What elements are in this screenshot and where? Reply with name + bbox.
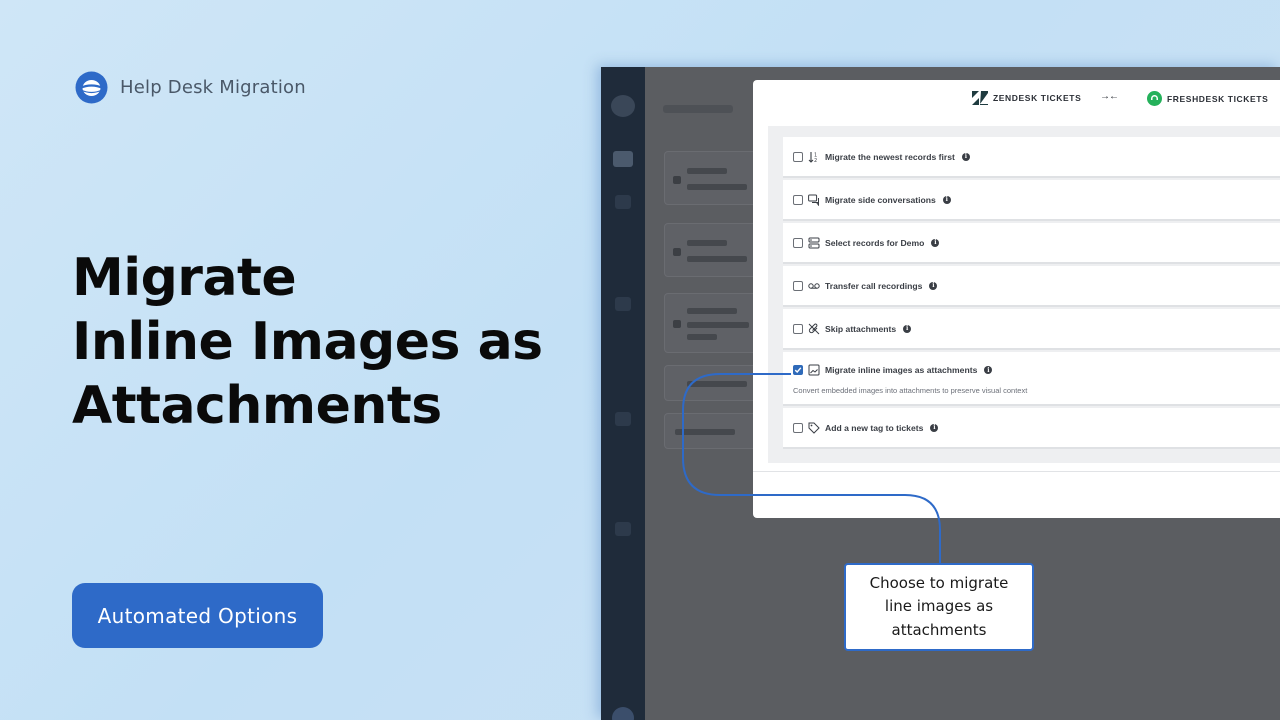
background-card: [664, 413, 760, 449]
option-label: Skip attachments: [825, 323, 897, 334]
freshdesk-logo-icon: [1147, 91, 1162, 106]
option-add-tag[interactable]: Add a new tag to tickets i: [783, 408, 1280, 449]
option-skip-attachments[interactable]: Skip attachments i: [783, 309, 1280, 350]
option-inline-images[interactable]: Migrate inline images as attachments i C…: [783, 352, 1280, 406]
info-icon[interactable]: i: [929, 281, 938, 290]
source-platform: ZENDESK TICKETS: [972, 91, 1081, 105]
option-label: Select records for Demo: [825, 237, 925, 248]
checkbox-checked[interactable]: [793, 365, 803, 375]
option-description: Convert embedded images into attachments…: [793, 386, 1028, 395]
sidebar-item-icon[interactable]: [615, 297, 631, 311]
transfer-arrows-icon: →←: [1100, 91, 1119, 102]
info-icon[interactable]: i: [930, 423, 939, 432]
option-newest-first[interactable]: 12 Migrate the newest records first i: [783, 137, 1280, 178]
background-heading: [663, 105, 733, 113]
options-modal: ZENDESK TICKETS →← FRESHDESK TICKETS 12 …: [753, 80, 1280, 518]
option-demo-records[interactable]: Select records for Demo i: [783, 223, 1280, 264]
sort-order-icon: 12: [808, 151, 820, 163]
target-label: FRESHDESK TICKETS: [1167, 93, 1269, 104]
checkbox[interactable]: [793, 194, 803, 205]
info-icon[interactable]: i: [961, 152, 970, 161]
modal-divider: [753, 471, 1280, 472]
sidebar-item-icon[interactable]: [615, 195, 631, 209]
svg-text:2: 2: [814, 158, 817, 163]
option-label: Migrate side conversations: [825, 194, 936, 205]
source-label: ZENDESK TICKETS: [993, 93, 1082, 103]
checkbox[interactable]: [793, 280, 803, 291]
checkbox[interactable]: [793, 323, 803, 334]
background-card: [664, 293, 760, 353]
option-label: Migrate the newest records first: [825, 151, 955, 162]
tag-icon: [808, 422, 820, 434]
records-select-icon: [808, 237, 820, 249]
background-card: [664, 223, 760, 277]
app-sidebar: [601, 67, 645, 720]
sidebar-item-icon[interactable]: [615, 522, 631, 536]
background-card: [664, 365, 760, 401]
migration-header: ZENDESK TICKETS →← FRESHDESK TICKETS: [753, 80, 1280, 117]
target-platform: FRESHDESK TICKETS: [1147, 91, 1268, 106]
info-icon[interactable]: i: [931, 238, 940, 247]
automated-options-button[interactable]: Automated Options: [72, 583, 323, 648]
zendesk-logo-icon: [972, 91, 988, 105]
background-card: [664, 151, 760, 205]
sidebar-logo-icon: [611, 95, 635, 117]
image-icon: [808, 364, 820, 376]
callout-tooltip: Choose to migrate line images as attachm…: [844, 563, 1034, 651]
option-side-conversations[interactable]: Migrate side conversations i: [783, 180, 1280, 221]
user-avatar[interactable]: [612, 707, 634, 720]
brand-name: Help Desk Migration: [120, 77, 306, 98]
planet-logo-icon: [75, 71, 108, 104]
info-icon[interactable]: i: [984, 366, 993, 374]
page-title: Migrate Inline Images as Attachments: [72, 246, 592, 438]
title-line-3: Attachments: [72, 376, 442, 436]
checkbox[interactable]: [793, 237, 803, 248]
title-line-2: Inline Images as: [72, 312, 543, 372]
info-icon[interactable]: i: [903, 324, 912, 333]
option-label: Add a new tag to tickets: [825, 422, 924, 433]
checkbox[interactable]: [793, 151, 803, 162]
option-call-recordings[interactable]: Transfer call recordings i: [783, 266, 1280, 307]
sidebar-item-icon[interactable]: [615, 412, 631, 426]
options-panel: 12 Migrate the newest records first i Mi…: [768, 126, 1280, 463]
sidebar-item-icon[interactable]: [613, 151, 633, 167]
paperclip-off-icon: [808, 323, 820, 335]
option-label: Transfer call recordings: [825, 280, 923, 291]
info-icon[interactable]: i: [942, 195, 951, 204]
voicemail-icon: [808, 280, 820, 292]
option-label: Migrate inline images as attachments: [825, 365, 978, 375]
brand: Help Desk Migration: [75, 71, 306, 104]
checkbox[interactable]: [793, 422, 803, 433]
chat-bubbles-icon: [808, 194, 820, 206]
title-line-1: Migrate: [72, 248, 297, 308]
